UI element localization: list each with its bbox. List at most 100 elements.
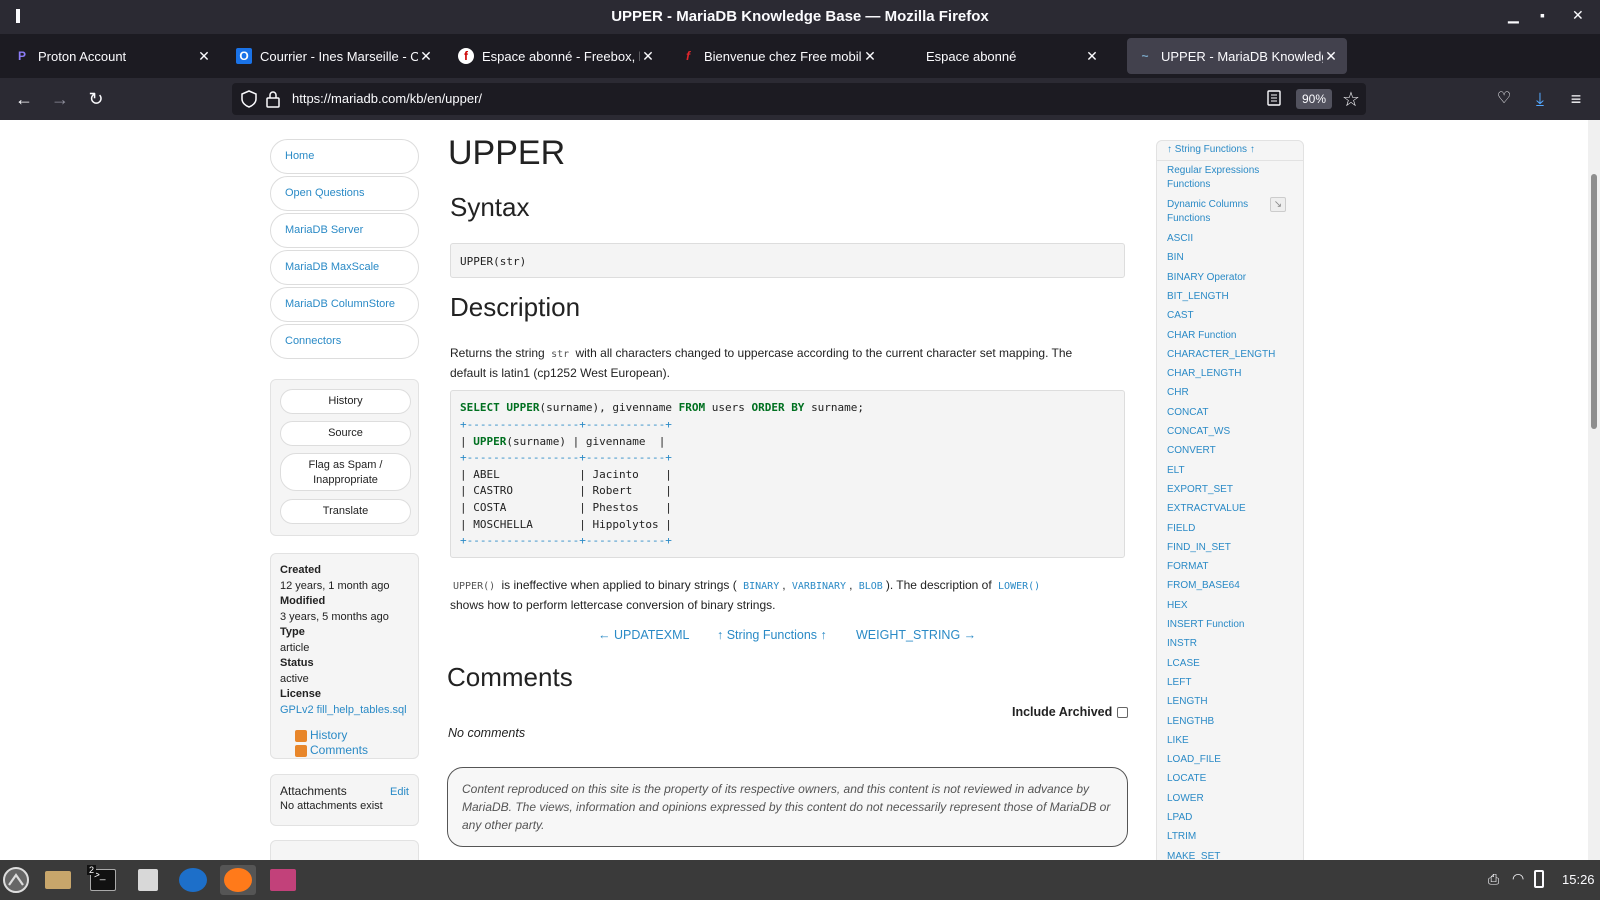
sidebar-item-ltrim[interactable]: LTRIM [1167, 830, 1279, 844]
terminal-icon[interactable]: >_ 2 [85, 865, 121, 895]
sidebar-item-bit-length[interactable]: BIT_LENGTH [1167, 290, 1279, 304]
mail-client-icon[interactable] [175, 865, 211, 895]
forward-button[interactable]: → [48, 87, 72, 111]
close-tab-icon[interactable]: ✕ [418, 48, 434, 65]
nav-mariadb-server[interactable]: MariaDB Server [270, 213, 419, 248]
sidebar-item-regular-expressions-functions[interactable]: Regular Expressions Functions [1167, 164, 1279, 192]
sidebar-item-length[interactable]: LENGTH [1167, 695, 1279, 709]
close-tab-icon[interactable]: ✕ [1084, 48, 1100, 65]
archive-manager-icon[interactable] [130, 865, 166, 895]
battery-icon[interactable] [1534, 870, 1544, 888]
bookmark-star-icon[interactable]: ☆ [1342, 87, 1360, 112]
nav-connectors[interactable]: Connectors [270, 324, 419, 359]
printer-icon[interactable]: ⎙ [1488, 871, 1499, 888]
sidebar-item-elt[interactable]: ELT [1167, 464, 1279, 478]
sidebar-item-lengthb[interactable]: LENGTHB [1167, 715, 1279, 729]
back-button[interactable]: ← [12, 87, 36, 111]
tab-freebox[interactable]: f Espace abonné - Freebox, la ✕ [448, 38, 664, 74]
nav-home[interactable]: Home [270, 139, 419, 174]
page-scrollbar[interactable] [1588, 120, 1600, 860]
tab-courrier[interactable]: O Courrier - Ines Marseille - Ou ✕ [226, 38, 442, 74]
history-button[interactable]: History [280, 389, 411, 414]
sidebar-item-ascii[interactable]: ASCII [1167, 232, 1279, 246]
binary-link[interactable]: BINARY [740, 581, 782, 592]
file-manager-icon[interactable] [40, 865, 76, 895]
screenshot-tool-icon[interactable] [265, 865, 301, 895]
sidebar-item-cast[interactable]: CAST [1167, 309, 1279, 323]
nav-mariadb-columnstore[interactable]: MariaDB ColumnStore [270, 287, 419, 322]
maximize-icon[interactable]: ▪ [1540, 7, 1545, 23]
sidebar-item-insert-function[interactable]: INSERT Function [1167, 618, 1279, 632]
comments-feed-link[interactable]: Comments [310, 743, 368, 759]
next-page-link[interactable]: WEIGHT_STRING → [856, 628, 976, 642]
sidebar-item-lcase[interactable]: LCASE [1167, 657, 1279, 671]
minimize-icon[interactable]: ▁ [1508, 7, 1519, 24]
nav-open-questions[interactable]: Open Questions [270, 176, 419, 211]
close-tab-icon[interactable]: ✕ [640, 48, 656, 65]
sidebar-item-field[interactable]: FIELD [1167, 522, 1279, 536]
sidebar-item-locate[interactable]: LOCATE [1167, 772, 1279, 786]
source-button[interactable]: Source [280, 421, 411, 446]
parent-page-link[interactable]: ↑ String Functions ↑ [717, 628, 827, 642]
zoom-level-button[interactable]: 90% [1296, 89, 1333, 109]
attachments-edit-link[interactable]: Edit [390, 786, 409, 798]
sidebar-item-format[interactable]: FORMAT [1167, 560, 1279, 574]
nav-mariadb-maxscale[interactable]: MariaDB MaxScale [270, 250, 419, 285]
sidebar-item-lower[interactable]: LOWER [1167, 792, 1279, 806]
lock-icon[interactable] [266, 90, 280, 108]
flag-spam-button[interactable]: Flag as Spam / Inappropriate [280, 453, 411, 491]
sidebar-item-concat-ws[interactable]: CONCAT_WS [1167, 425, 1279, 439]
sidebar-item-chr[interactable]: CHR [1167, 386, 1279, 400]
tab-proton-account[interactable]: P Proton Account ✕ [4, 38, 220, 74]
sidebar-item-from-base64[interactable]: FROM_BASE64 [1167, 579, 1279, 593]
start-menu-icon[interactable] [0, 865, 34, 895]
downloads-icon[interactable]: ⤓ [1528, 87, 1552, 111]
sidebar-item-hex[interactable]: HEX [1167, 599, 1279, 613]
pocket-icon[interactable]: ♡ [1492, 87, 1516, 111]
sidebar-item-make-set[interactable]: MAKE_SET [1167, 850, 1279, 860]
sidebar-item-bin[interactable]: BIN [1167, 251, 1279, 265]
sidebar-item-instr[interactable]: INSTR [1167, 637, 1279, 651]
blob-link[interactable]: BLOB [856, 581, 886, 592]
tab-espace-abonne[interactable]: Espace abonné ✕ [892, 38, 1108, 74]
history-feed-link[interactable]: History [310, 728, 347, 744]
prev-page-link[interactable]: ← UPDATEXML [598, 628, 689, 642]
url-bar[interactable]: https://mariadb.com/kb/en/upper/ 90% ☆ [232, 83, 1366, 115]
sidebar-item-char-length[interactable]: CHAR_LENGTH [1167, 367, 1279, 381]
clock[interactable]: 15:26 [1562, 872, 1595, 887]
tab-mariadb-upper[interactable]: ~ UPPER - MariaDB Knowledge ✕ [1127, 38, 1347, 74]
sidebar-item-export-set[interactable]: EXPORT_SET [1167, 483, 1279, 497]
close-tab-icon[interactable]: ✕ [862, 48, 878, 65]
app-menu-icon[interactable]: ≡ [1564, 87, 1588, 111]
scrollbar-thumb[interactable] [1591, 174, 1597, 429]
sidebar-item-like[interactable]: LIKE [1167, 734, 1279, 748]
close-window-icon[interactable]: ✕ [1572, 7, 1584, 24]
expand-icon[interactable]: ↘ [1270, 197, 1286, 212]
sidebar-item-binary-operator[interactable]: BINARY Operator [1167, 271, 1279, 285]
reload-button[interactable]: ↻ [84, 87, 108, 111]
sidebar-item-find-in-set[interactable]: FIND_IN_SET [1167, 541, 1279, 555]
sidebar-item-concat[interactable]: CONCAT [1167, 406, 1279, 420]
sidebar-item-extractvalue[interactable]: EXTRACTVALUE [1167, 502, 1279, 516]
sidebar-item-load-file[interactable]: LOAD_FILE [1167, 753, 1279, 767]
tab-free-mobile[interactable]: f Bienvenue chez Free mobile ✕ [670, 38, 886, 74]
reader-view-icon[interactable] [1267, 90, 1281, 106]
close-tab-icon[interactable]: ✕ [1323, 48, 1339, 65]
sidebar-header-link[interactable]: ↑ String Functions ↑ [1167, 143, 1279, 157]
shield-icon[interactable] [241, 90, 257, 108]
include-archived-checkbox[interactable] [1117, 706, 1129, 718]
lower-link[interactable]: LOWER() [995, 581, 1043, 592]
varbinary-link[interactable]: VARBINARY [789, 581, 849, 592]
license-link[interactable]: GPLv2 fill_help_tables.sql [280, 703, 409, 719]
sidebar-item-left[interactable]: LEFT [1167, 676, 1279, 690]
sidebar-item-dynamic-columns-functions[interactable]: Dynamic Columns Functions [1167, 198, 1279, 226]
firefox-icon[interactable] [220, 865, 256, 895]
translate-button[interactable]: Translate [280, 499, 411, 524]
sidebar-item-convert[interactable]: CONVERT [1167, 444, 1279, 458]
sidebar-item-char-function[interactable]: CHAR Function [1167, 329, 1279, 343]
close-tab-icon[interactable]: ✕ [196, 48, 212, 65]
wifi-icon[interactable]: ◠ [1512, 870, 1524, 887]
url-text[interactable]: https://mariadb.com/kb/en/upper/ [292, 91, 482, 106]
sidebar-item-character-length[interactable]: CHARACTER_LENGTH [1167, 348, 1279, 362]
sidebar-item-lpad[interactable]: LPAD [1167, 811, 1279, 825]
